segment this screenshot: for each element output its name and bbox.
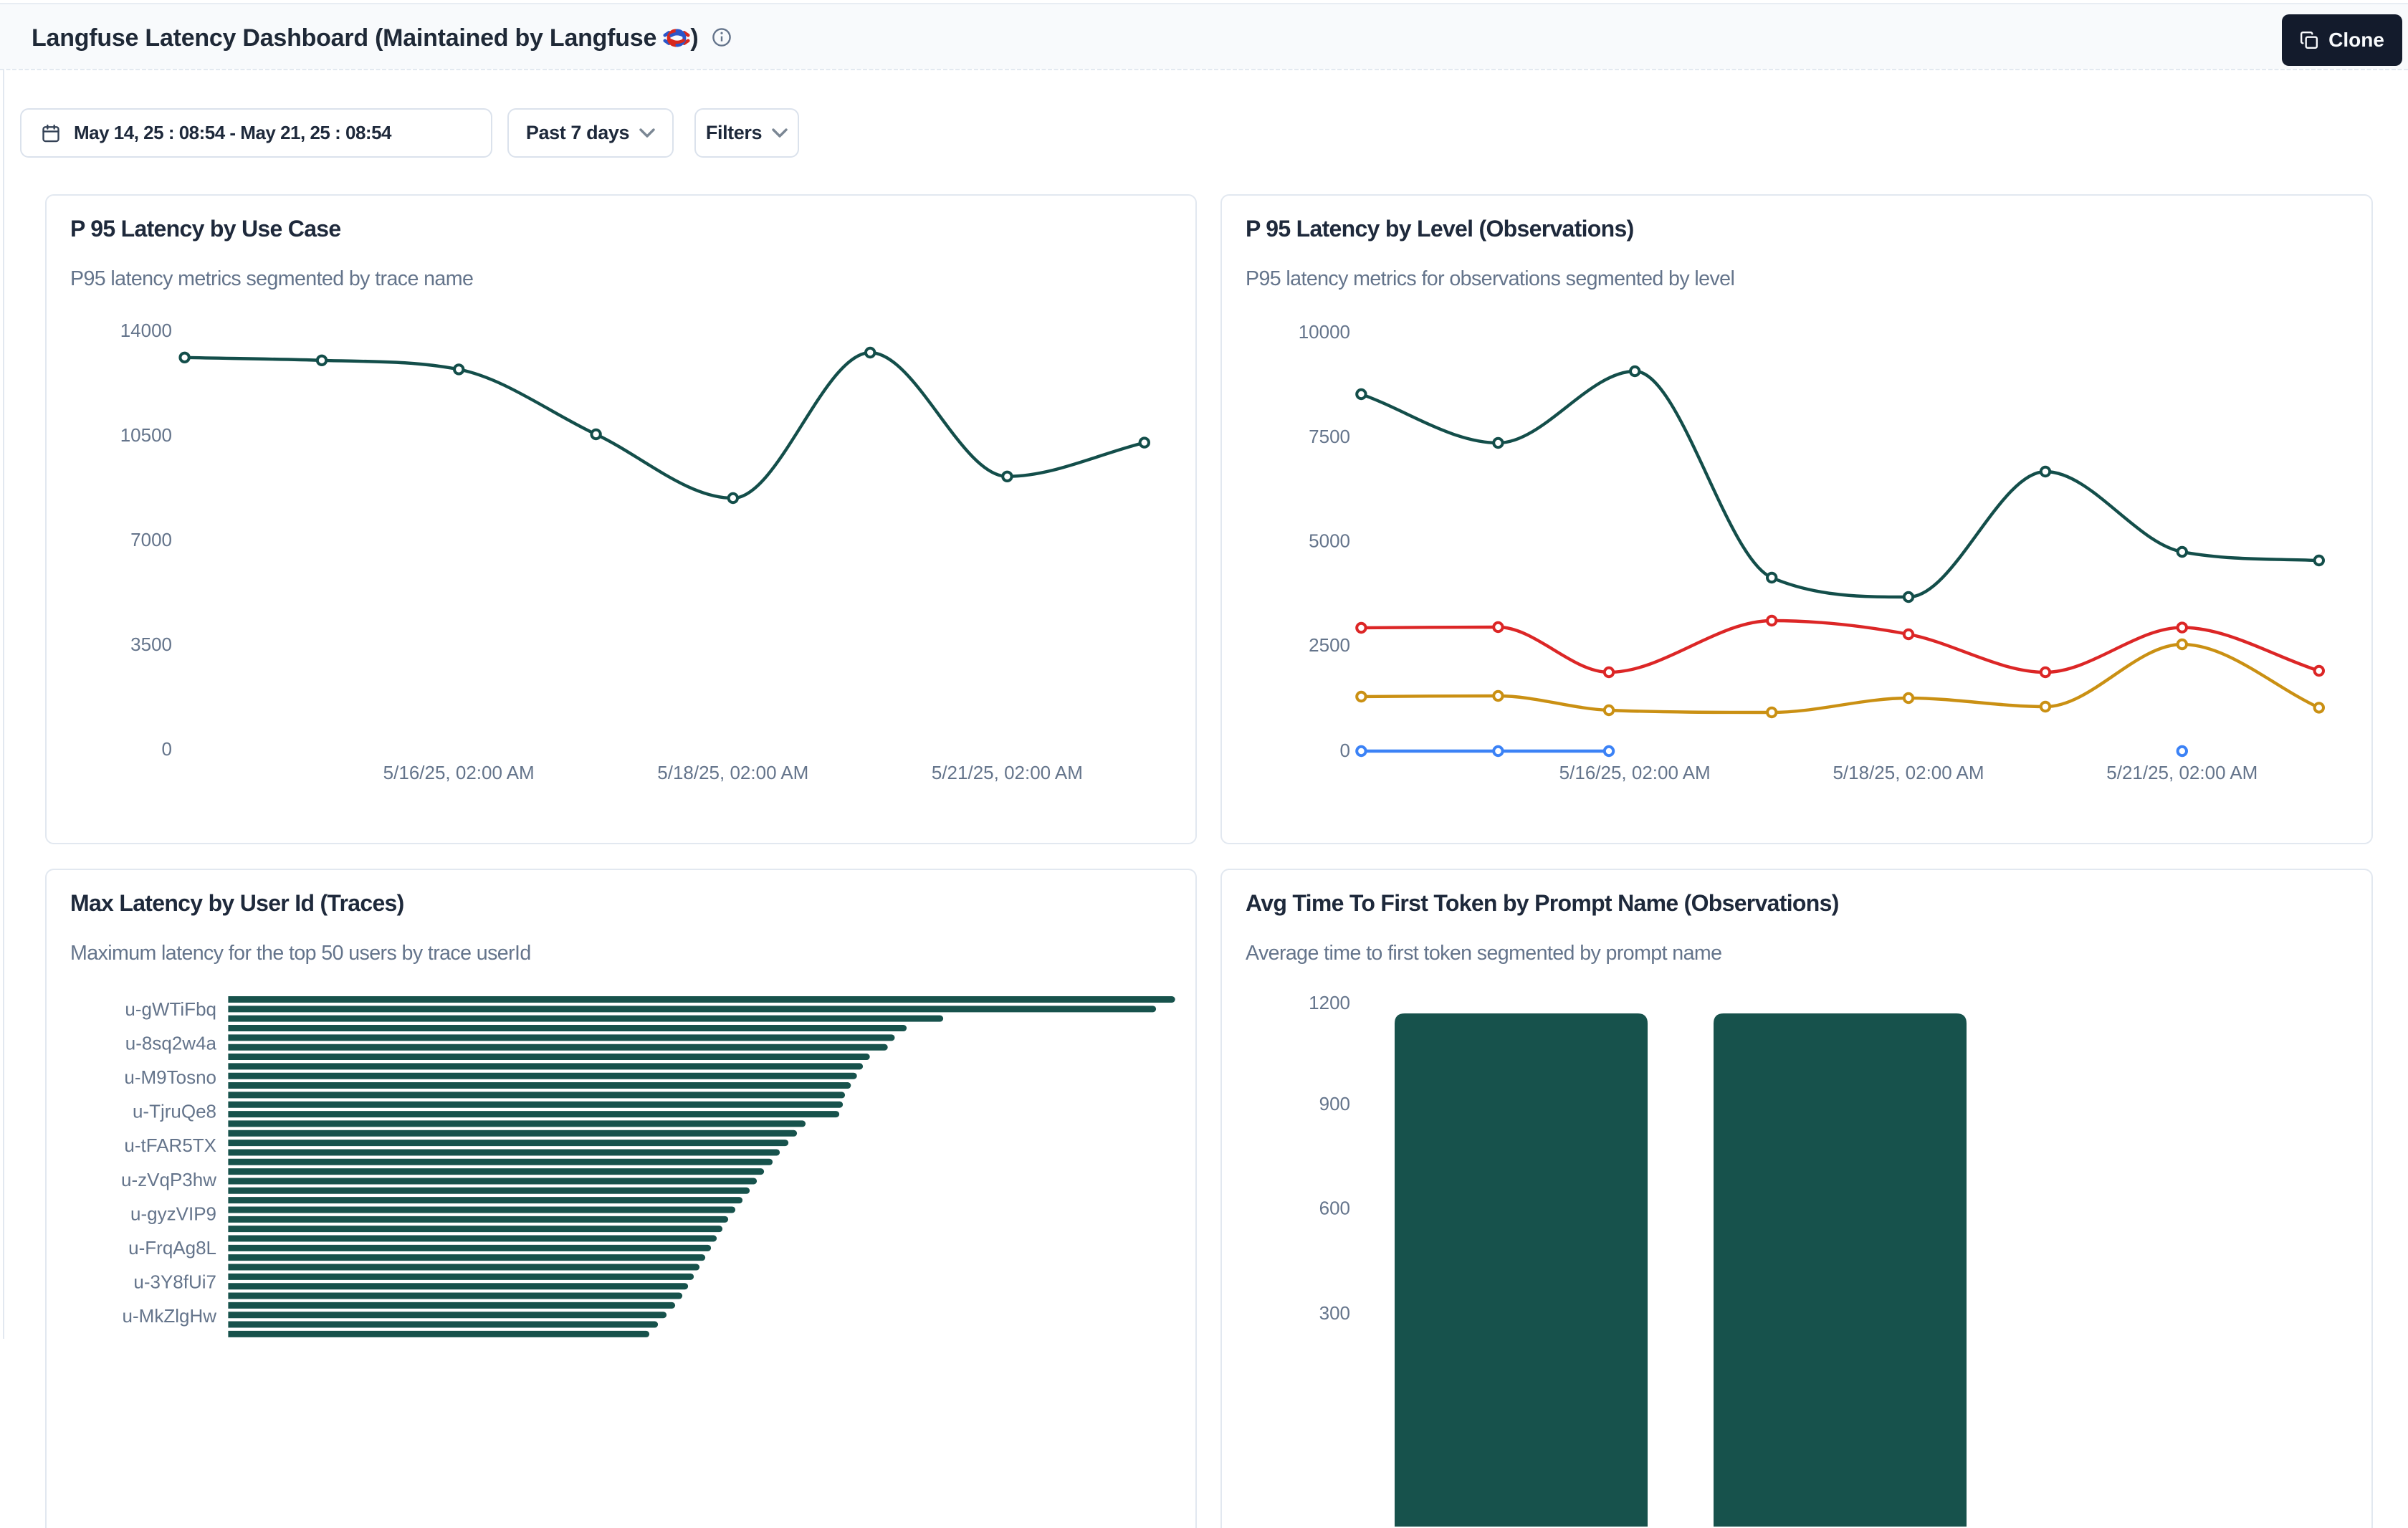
svg-text:10000: 10000	[1299, 321, 1350, 343]
svg-text:u-zVqP3hw: u-zVqP3hw	[121, 1169, 216, 1190]
svg-text:u-FrqAg8L: u-FrqAg8L	[128, 1237, 216, 1259]
svg-text:3500: 3500	[130, 634, 172, 655]
svg-text:u-8sq2w4a: u-8sq2w4a	[125, 1033, 217, 1054]
svg-text:1200: 1200	[1309, 992, 1350, 1013]
svg-text:0: 0	[162, 738, 172, 760]
svg-text:5/16/25, 02:00 AM: 5/16/25, 02:00 AM	[1559, 762, 1711, 783]
svg-text:5/16/25, 02:00 AM: 5/16/25, 02:00 AM	[383, 762, 535, 783]
svg-text:0: 0	[1340, 740, 1350, 761]
svg-text:u-tFAR5TX: u-tFAR5TX	[124, 1135, 216, 1156]
svg-text:u-3Y8fUi7: u-3Y8fUi7	[133, 1271, 216, 1292]
svg-text:10500: 10500	[120, 424, 172, 446]
svg-text:7000: 7000	[130, 529, 172, 550]
svg-text:u-gWTiFbq: u-gWTiFbq	[125, 998, 216, 1020]
svg-text:2500: 2500	[1309, 634, 1350, 656]
svg-text:5/21/25, 02:00 AM: 5/21/25, 02:00 AM	[2106, 762, 2258, 783]
svg-text:7500: 7500	[1309, 426, 1350, 447]
svg-text:5000: 5000	[1309, 530, 1350, 551]
svg-text:u-TjruQe8: u-TjruQe8	[133, 1101, 216, 1122]
svg-text:14000: 14000	[120, 320, 172, 341]
svg-text:300: 300	[1319, 1302, 1350, 1324]
svg-text:5/18/25, 02:00 AM: 5/18/25, 02:00 AM	[657, 762, 808, 783]
svg-text:900: 900	[1319, 1093, 1350, 1114]
svg-text:600: 600	[1319, 1197, 1350, 1218]
svg-text:u-MkZlgHw: u-MkZlgHw	[123, 1305, 217, 1327]
svg-text:5/21/25, 02:00 AM: 5/21/25, 02:00 AM	[932, 762, 1083, 783]
svg-text:5/18/25, 02:00 AM: 5/18/25, 02:00 AM	[1833, 762, 1984, 783]
svg-text:u-gyzVIP9: u-gyzVIP9	[130, 1203, 216, 1224]
svg-text:u-M9Tosno: u-M9Tosno	[124, 1066, 216, 1088]
